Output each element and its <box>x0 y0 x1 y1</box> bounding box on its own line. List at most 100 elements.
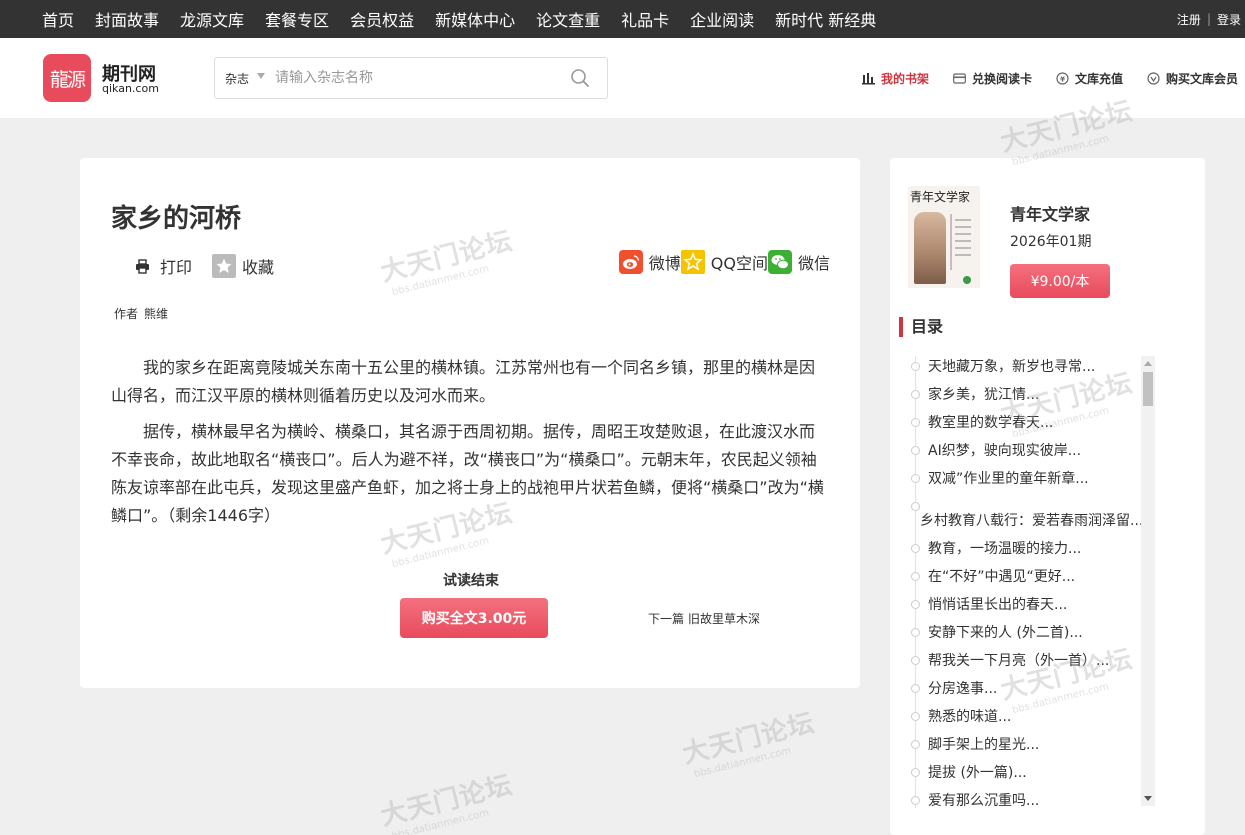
vip-icon <box>1147 71 1160 85</box>
toc-item[interactable]: 爱有那么沉重吗... <box>905 790 1155 808</box>
nav-enterprise-reading[interactable]: 企业阅读 <box>690 7 754 31</box>
cover-figure <box>914 212 946 284</box>
cover-text-block <box>950 214 972 270</box>
coin-icon: ¥ <box>1056 71 1069 85</box>
buy-issue-button[interactable]: ¥9.00/本 <box>1010 264 1110 298</box>
toc-item[interactable]: 乡村教育八载行：爱若春雨润泽留... <box>905 496 1155 538</box>
trial-end-label: 试读结束 <box>443 573 499 589</box>
buy-membership-link[interactable]: 购买文库会员 <box>1147 70 1238 87</box>
nav-cover-story[interactable]: 封面故事 <box>95 7 159 31</box>
search-icon[interactable] <box>570 68 590 88</box>
nav-new-media[interactable]: 新媒体中心 <box>435 7 515 31</box>
logo-mark[interactable]: 龍源 <box>43 54 91 102</box>
nav-packages[interactable]: 套餐专区 <box>265 7 329 31</box>
toc-item[interactable]: 教室里的数学春天... <box>905 412 1155 440</box>
library-recharge-label: 文库充值 <box>1075 71 1124 86</box>
article-paragraph: 我的家乡在距离竟陵城关东南十五公里的横林镇。江苏常州也有一个同名乡镇，那里的横林… <box>111 358 816 405</box>
library-recharge-link[interactable]: ¥ 文库充值 <box>1056 70 1123 87</box>
toc-item[interactable]: 帮我关一下月亮（外一首）... <box>905 650 1155 678</box>
auth-links: 注册 | 登录 <box>1177 0 1241 38</box>
scroll-thumb[interactable] <box>1143 372 1153 406</box>
redeem-card-link[interactable]: 兑换阅读卡 <box>953 70 1032 87</box>
toc-item[interactable]: AI织梦，驶向现实彼岸... <box>905 440 1155 468</box>
toc-item[interactable]: 安静下来的人 (外二首)... <box>905 622 1155 650</box>
nav-gift-card[interactable]: 礼品卡 <box>621 7 669 31</box>
share-weibo[interactable]: 微博 <box>618 250 681 274</box>
search-input[interactable] <box>275 66 555 90</box>
auth-separator: | <box>1206 12 1211 26</box>
svg-text:¥: ¥ <box>1060 75 1065 83</box>
top-nav: 首页 封面故事 龙源文库 套餐专区 会员权益 新媒体中心 论文查重 礼品卡 企业… <box>0 0 1245 38</box>
toc-heading: 目录 <box>899 317 943 337</box>
toc-item[interactable]: 在“不好”中遇见“更好... <box>905 566 1155 594</box>
toc-item[interactable]: 熟悉的味道... <box>905 706 1155 734</box>
toc-scrollbar[interactable] <box>1141 356 1155 806</box>
toc-item[interactable]: 天地藏万象，新岁也寻常... <box>905 356 1155 384</box>
printer-icon <box>136 258 149 274</box>
watermark: 大天门论坛 bbs.datianmen.com <box>377 770 516 835</box>
chevron-down-icon[interactable] <box>257 73 265 79</box>
toc-item[interactable]: 悄悄话里长出的春天... <box>905 594 1155 622</box>
favorite-button[interactable]: 收藏 <box>212 254 274 278</box>
article-body: 我的家乡在距离竟陵城关东南十五公里的横林镇。江苏常州也有一个同名乡镇，那里的横林… <box>111 354 830 538</box>
article-title: 家乡的河桥 <box>111 204 242 234</box>
cover-masthead: 青年文学家 <box>910 190 971 204</box>
header-links: 我的书架 兑换阅读卡 ¥ 文库充值 购买文库会员 <box>862 38 1245 118</box>
nav-new-era-classics[interactable]: 新时代 新经典 <box>775 7 876 31</box>
buy-full-article-button[interactable]: 购买全文3.00元 <box>400 598 548 638</box>
magazine-title[interactable]: 青年文学家 <box>1010 201 1090 225</box>
qzone-label: QQ空间 <box>710 254 768 273</box>
author-label: 作者 <box>114 307 139 321</box>
next-label: 下一篇 <box>648 612 685 626</box>
weibo-icon <box>618 250 643 274</box>
scroll-up-arrow-icon[interactable] <box>1144 361 1152 366</box>
bookshelf-icon <box>862 72 875 84</box>
my-bookshelf-label: 我的书架 <box>881 71 930 86</box>
toc-item[interactable]: 脚手架上的星光... <box>905 734 1155 762</box>
nav-plagiarism-check[interactable]: 论文查重 <box>536 7 600 31</box>
author-line: 作者 熊维 <box>114 305 174 322</box>
watermark: 大天门论坛 bbs.datianmen.com <box>679 708 818 781</box>
wechat-icon <box>767 250 792 274</box>
magazine-sidebar: 青年文学家 青年文学家 2026年01期 ¥9.00/本 目录 天地藏万象，新岁… <box>890 158 1205 835</box>
article-tools: 打印 收藏 <box>135 254 294 278</box>
print-label: 打印 <box>160 258 193 277</box>
weibo-label: 微博 <box>648 254 681 273</box>
toc-item[interactable]: 教育，一场温暖的接力... <box>905 538 1155 566</box>
login-link[interactable]: 登录 <box>1217 11 1241 28</box>
share-bar: 微博 QQ空间 微信 <box>618 250 830 274</box>
toc-item[interactable]: 双减”作业里的童年新章... <box>905 468 1155 496</box>
my-bookshelf-link[interactable]: 我的书架 <box>862 70 929 87</box>
toc-item[interactable]: 分房逸事... <box>905 678 1155 706</box>
search-box: 杂志 <box>214 57 608 99</box>
article-paragraph: 据传，横林最早名为横岭、横桑口，其名源于西周初期。据传，周昭王攻楚败退，在此渡汉… <box>111 422 824 525</box>
buy-membership-label: 购买文库会员 <box>1166 71 1239 86</box>
nav-longyuan-library[interactable]: 龙源文库 <box>180 7 244 31</box>
nav-home[interactable]: 首页 <box>42 7 74 31</box>
search-category-select[interactable]: 杂志 <box>225 70 249 87</box>
toc-item[interactable]: 提拔 (外一篇)... <box>905 762 1155 790</box>
next-article-link[interactable]: 下一篇 旧故里草木深 <box>648 610 764 627</box>
print-button[interactable]: 打印 <box>135 254 192 278</box>
author-name[interactable]: 熊维 <box>144 307 168 321</box>
article-card: 家乡的河桥 打印 收藏 微博 QQ空间 微信 作者 熊维 我的家乡在距离竟陵城关… <box>80 158 860 688</box>
toc-item[interactable]: 家乡美，犹江情... <box>905 384 1155 412</box>
card-icon <box>953 72 966 84</box>
qzone-star-icon <box>680 250 705 274</box>
cover-logo-dot <box>963 276 971 284</box>
star-icon <box>212 254 237 278</box>
logo-domain: qikan.com <box>102 82 159 95</box>
share-wechat[interactable]: 微信 <box>767 250 830 274</box>
favorite-label: 收藏 <box>242 258 275 277</box>
site-header: 龍源 期刊网 qikan.com 杂志 我的书架 兑换阅读卡 ¥ 文库充 <box>0 38 1245 118</box>
top-nav-items: 首页 封面故事 龙源文库 套餐专区 会员权益 新媒体中心 论文查重 礼品卡 企业… <box>42 0 897 38</box>
toc-list: 天地藏万象，新岁也寻常... 家乡美，犹江情... 教室里的数学春天... AI… <box>905 356 1155 808</box>
register-link[interactable]: 注册 <box>1177 11 1201 28</box>
nav-member-benefits[interactable]: 会员权益 <box>350 7 414 31</box>
share-qzone[interactable]: QQ空间 <box>680 250 768 274</box>
scroll-down-arrow-icon[interactable] <box>1144 796 1152 801</box>
magazine-cover[interactable]: 青年文学家 <box>908 186 980 288</box>
toc-item-text: 乡村教育八载行：爱若春雨润泽留... <box>920 513 1144 529</box>
redeem-card-label: 兑换阅读卡 <box>972 71 1033 86</box>
wechat-label: 微信 <box>797 254 830 273</box>
